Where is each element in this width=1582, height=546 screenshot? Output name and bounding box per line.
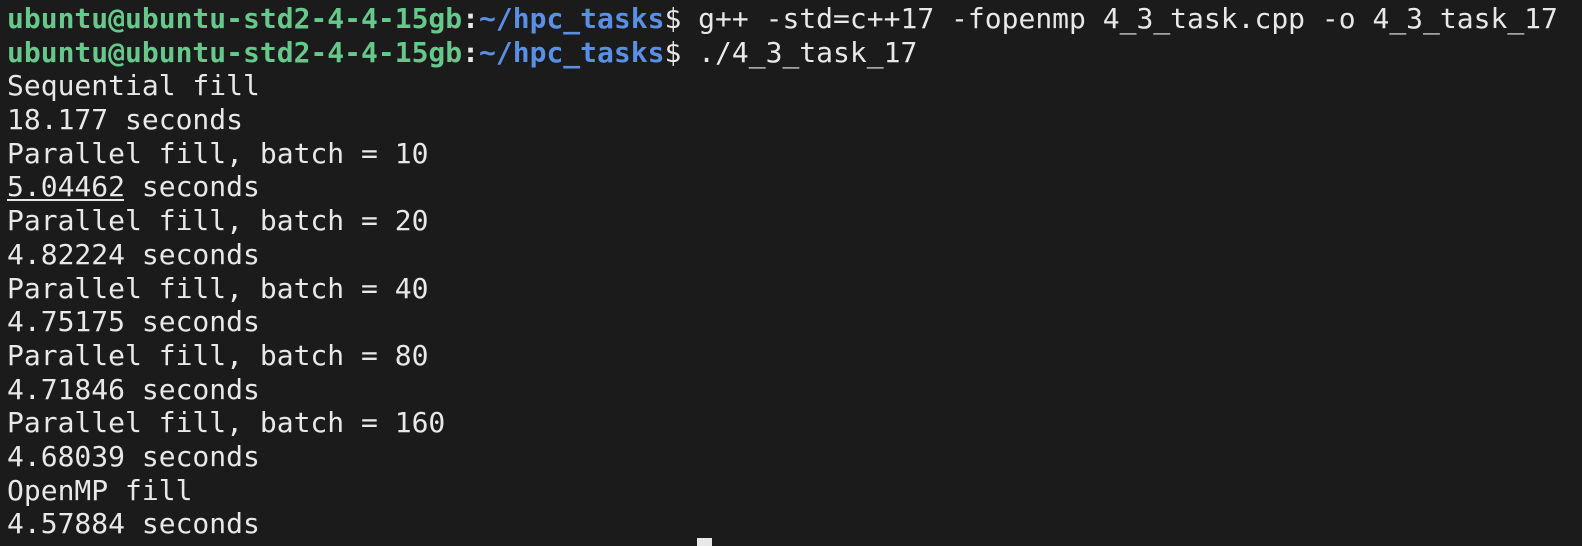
prompt-dollar: $ — [664, 35, 699, 69]
output-line: 4.68039 seconds — [7, 439, 260, 473]
output-line: 4.82224 seconds — [7, 237, 260, 271]
output-line: Parallel fill, batch = 160 — [7, 406, 446, 440]
prompt-user-host: ubuntu@ubuntu-std2-4-4-15gb — [7, 2, 463, 35]
terminal-cursor — [697, 538, 712, 546]
output-line: Parallel fill, batch = 20 — [7, 204, 429, 238]
output-line: OpenMP fill — [7, 473, 193, 507]
output-line: 4.75175 seconds — [7, 305, 260, 339]
output-line: 18.177 seconds — [7, 103, 244, 137]
prompt-user-host: ubuntu@ubuntu-std2-4-4-15gb — [7, 35, 463, 69]
command-text: g++ -std=c++17 -fopenmp 4_3_task.cpp -o … — [698, 2, 1558, 35]
prompt-dollar: $ — [664, 2, 699, 35]
prompt-path: ~/hpc_tasks — [479, 2, 665, 35]
output-line: Sequential fill — [7, 69, 260, 103]
output-line: Parallel fill, batch = 10 — [7, 136, 429, 170]
prompt-colon: : — [462, 35, 480, 69]
output-line: 4.71846 seconds — [7, 372, 260, 406]
command-text: ./4_3_task_17 — [698, 35, 918, 69]
text-selection-underline — [7, 199, 124, 201]
output-line: 4.57884 seconds — [7, 507, 260, 541]
prompt-colon: : — [462, 2, 480, 35]
command-line-2: ubuntu@ubuntu-std2-4-4-15gb:~/hpc_tasks$… — [7, 36, 1582, 70]
prompt-path: ~/hpc_tasks — [479, 35, 665, 69]
output-line: Parallel fill, batch = 80 — [7, 338, 429, 372]
output-line: Parallel fill, batch = 40 — [7, 271, 429, 305]
terminal-window[interactable]: ubuntu@ubuntu-std2-4-4-15gb:~/hpc_tasks$… — [0, 0, 1582, 546]
command-line-1: ubuntu@ubuntu-std2-4-4-15gb:~/hpc_tasks$… — [7, 2, 1582, 36]
output-line: 5.04462 seconds — [7, 170, 260, 204]
